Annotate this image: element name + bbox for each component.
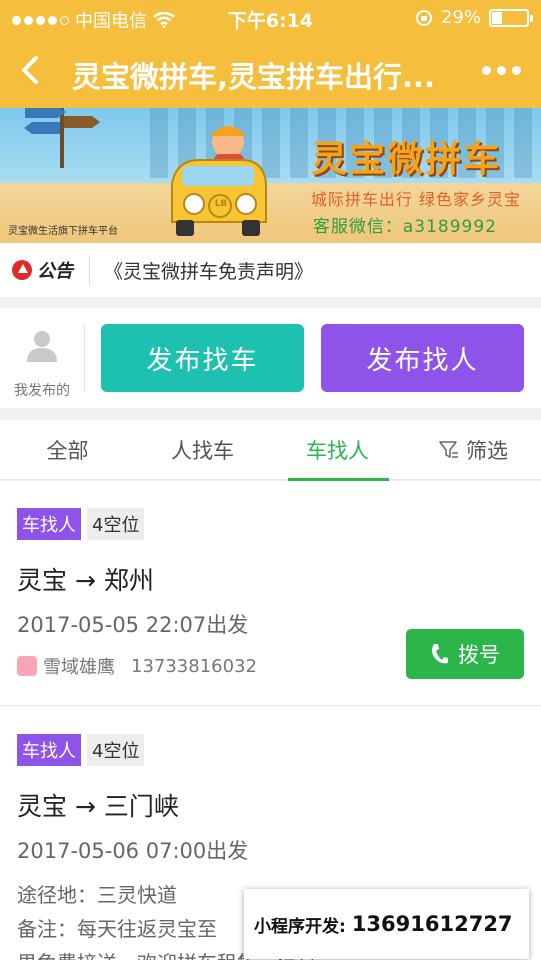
- contact-info: 雪域雄鹰 13733816032: [17, 653, 257, 679]
- notice-text[interactable]: 《灵宝微拼车免责声明》: [104, 257, 313, 284]
- promo-banner[interactable]: LB 灵宝微拼车 城际拼车出行 绿色家乡灵宝 客服微信：a3189992 灵宝微…: [0, 108, 541, 243]
- more-icon[interactable]: [482, 66, 521, 75]
- phone-icon: [432, 644, 448, 664]
- notice-badge: 公告: [12, 257, 73, 283]
- banner-brand: 灵宝微拼车: [310, 139, 501, 180]
- my-posts-button[interactable]: 我发布的: [10, 328, 74, 400]
- post-find-car-button[interactable]: 发布找车: [101, 324, 304, 392]
- tab-car-find-people[interactable]: 车找人: [270, 420, 405, 481]
- developer-label: 小程序开发:: [254, 916, 346, 937]
- tab-all[interactable]: 全部: [0, 420, 135, 480]
- dial-label: 拨号: [458, 643, 500, 667]
- via-text: 途径地：三灵快道: [17, 883, 177, 907]
- departure-time: 2017-05-06 07:00出发: [17, 839, 249, 863]
- phone-number: 13733816032: [131, 655, 257, 677]
- banner-wechat: 客服微信：a3189992: [312, 217, 497, 237]
- divider: [89, 255, 90, 285]
- developer-phone: 13691612727: [351, 912, 513, 936]
- action-panel: 我发布的 发布找车 发布找人: [0, 308, 541, 408]
- post-find-people-button[interactable]: 发布找人: [321, 324, 524, 392]
- my-posts-label: 我发布的: [14, 383, 70, 399]
- car-badge: LB: [214, 199, 228, 209]
- announcement-icon: [12, 260, 32, 280]
- battery-percent: 29%: [440, 7, 481, 28]
- departure-time: 2017-05-05 22:07出发: [17, 613, 249, 637]
- route: 灵宝 → 三门峡: [17, 792, 179, 821]
- page-title: 灵宝微拼车,灵宝拼车出行...: [72, 60, 436, 94]
- filter-icon: [439, 441, 458, 458]
- dial-button[interactable]: 拨号: [406, 629, 524, 679]
- filter-tabs: 全部 人找车 车找人 筛选: [0, 420, 541, 481]
- user-icon: [27, 331, 57, 362]
- battery-icon: [489, 8, 533, 27]
- banner-slogan: 城际拼车出行 绿色家乡灵宝: [310, 190, 521, 209]
- user-badge-icon: [17, 656, 37, 676]
- cartoon-car-icon: [171, 126, 267, 236]
- rotation-lock-icon: [415, 9, 432, 26]
- divider: [84, 324, 85, 392]
- seats-tag: 4空位: [87, 508, 145, 540]
- filter-label: 筛选: [466, 439, 508, 463]
- user-name: 雪域雄鹰: [43, 657, 115, 678]
- developer-contact-banner[interactable]: 小程序开发: 13691612727: [244, 889, 529, 959]
- listing-type-tag: 车找人: [17, 734, 81, 766]
- note-text: 备注：每天往返灵宝至: [17, 917, 217, 941]
- back-icon[interactable]: [14, 52, 50, 88]
- listing-type-tag: 车找人: [17, 508, 81, 540]
- list-item[interactable]: 车找人 4空位 灵宝 → 郑州 2017-05-05 22:07出发 雪域雄鹰 …: [0, 481, 541, 706]
- tab-filter[interactable]: 筛选: [405, 420, 541, 480]
- route: 灵宝 → 郑州: [17, 566, 154, 595]
- nav-bar: 灵宝微拼车,灵宝拼车出行...: [0, 36, 541, 108]
- notice-bar[interactable]: 公告 《灵宝微拼车免责声明》: [0, 243, 541, 297]
- status-bar: 中国电信 下午6:14 29%: [0, 0, 541, 36]
- seats-tag: 4空位: [87, 734, 145, 766]
- banner-platform: 灵宝微生活旗下拼车平台: [8, 226, 118, 237]
- tab-people-find-car[interactable]: 人找车: [135, 420, 270, 480]
- signpost-illustration: [24, 108, 100, 168]
